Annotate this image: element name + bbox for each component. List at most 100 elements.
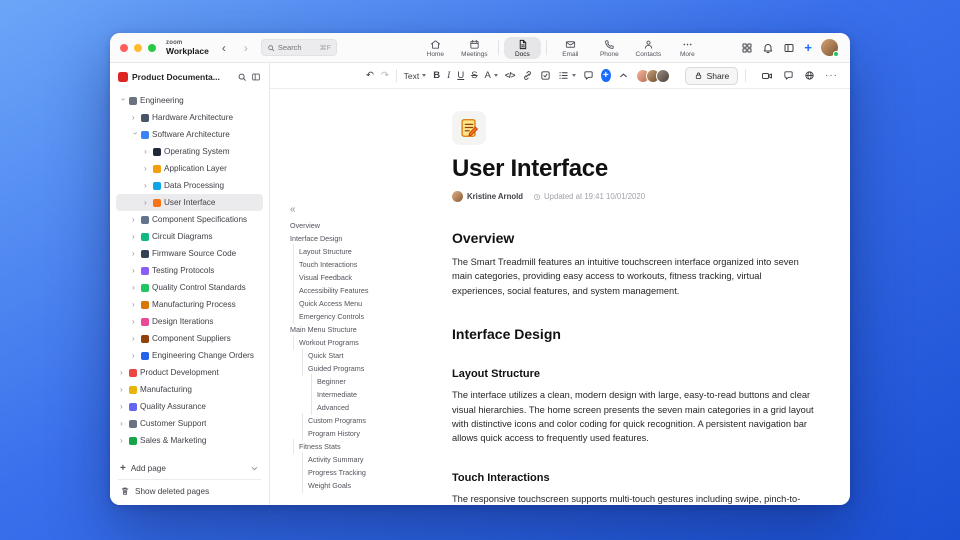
undo-button[interactable]: ↶ (366, 68, 374, 84)
comment-button[interactable] (583, 68, 594, 84)
doc-section[interactable]: The interface utilizes a clean, modern d… (452, 388, 814, 446)
underline-button[interactable]: U (457, 68, 464, 84)
bold-button[interactable]: B (433, 68, 440, 84)
sidebar-search-button[interactable] (237, 72, 247, 82)
sidebar-page-item[interactable]: › Manufacturing Process (116, 296, 263, 313)
chevron-right-icon[interactable]: › (132, 300, 138, 308)
collapse-outline-button[interactable]: « (290, 204, 304, 215)
chevron-right-icon[interactable]: › (132, 351, 138, 359)
chevron-right-icon[interactable]: › (144, 198, 150, 206)
outline-item[interactable]: Activity Summary (290, 452, 444, 467)
new-item-button[interactable]: + (804, 41, 812, 54)
outline-item[interactable]: Progress Tracking (290, 465, 444, 480)
apps-grid-button[interactable] (741, 42, 753, 54)
doc-section[interactable]: The responsive touchscreen supports mult… (452, 492, 814, 505)
sidebar-page-item[interactable]: › Firmware Source Code (116, 245, 263, 262)
sidebar-page-item[interactable]: › Component Suppliers (116, 330, 263, 347)
outline-item[interactable]: Guided Programs (290, 361, 444, 376)
outline-item[interactable]: Interface Design (290, 232, 444, 245)
sidebar-page-item[interactable]: › Sales & Marketing (116, 432, 263, 449)
user-avatar[interactable] (821, 39, 839, 57)
outline-item[interactable]: Program History (290, 426, 444, 441)
nav-back-button[interactable]: ‹ (217, 40, 231, 56)
sidebar-page-item[interactable]: › Circuit Diagrams (116, 228, 263, 245)
tab-meetings[interactable]: Meetings (456, 37, 493, 59)
outline-item[interactable]: Layout Structure (290, 244, 444, 259)
sidebar-page-item[interactable]: › Quality Assurance (116, 398, 263, 415)
doc-section[interactable]: The Smart Treadmill features an intuitiv… (452, 255, 814, 298)
close-window-button[interactable] (120, 43, 128, 52)
tab-more[interactable]: More (669, 37, 706, 59)
outline-item[interactable]: Overview (290, 219, 444, 232)
sidebar-page-item[interactable]: › Hardware Architecture (116, 109, 263, 126)
doc-section[interactable]: Layout Structure (452, 368, 814, 380)
strikethrough-button[interactable]: S (471, 68, 477, 84)
outline-item[interactable]: Accessibility Features (290, 283, 444, 298)
tab-home[interactable]: Home (417, 37, 454, 59)
code-button[interactable]: </> (505, 68, 516, 84)
chevron-right-icon[interactable]: › (132, 317, 138, 325)
show-deleted-pages-button[interactable]: Show deleted pages (116, 483, 263, 499)
italic-button[interactable]: I (447, 68, 450, 84)
chevron-right-icon[interactable]: › (132, 215, 138, 223)
notifications-button[interactable] (762, 42, 774, 54)
tab-phone[interactable]: Phone (591, 37, 628, 59)
outline-item[interactable]: Visual Feedback (290, 270, 444, 285)
chevron-right-icon[interactable]: › (132, 266, 138, 274)
checklist-button[interactable] (540, 68, 551, 84)
outline-item[interactable]: Workout Programs (290, 335, 444, 350)
chevron-right-icon[interactable]: › (144, 164, 150, 172)
outline-item[interactable]: Touch Interactions (290, 257, 444, 272)
nav-forward-button[interactable]: › (239, 40, 253, 56)
tab-email[interactable]: Email (552, 37, 589, 59)
sidebar-page-item[interactable]: › Quality Control Standards (116, 279, 263, 296)
start-video-button[interactable] (761, 68, 773, 84)
chevron-right-icon[interactable]: › (144, 181, 150, 189)
collaborator-avatar[interactable] (655, 68, 670, 83)
doc-editor[interactable]: User Interface Kristine Arnold Updated a… (448, 89, 850, 505)
chevron-right-icon[interactable]: › (132, 232, 138, 240)
tab-docs[interactable]: Docs (503, 36, 541, 59)
publish-web-button[interactable] (804, 68, 815, 84)
sidebar-page-item[interactable]: › Engineering Change Orders (116, 347, 263, 364)
chevron-right-icon[interactable]: › (120, 436, 126, 444)
outline-item[interactable]: Beginner (290, 374, 444, 389)
chevron-right-icon[interactable]: › (132, 249, 138, 257)
sidebar-collapse-button[interactable] (251, 72, 261, 82)
sidebar-page-item[interactable]: › Data Processing (116, 177, 263, 194)
outline-item[interactable]: Quick Start (290, 348, 444, 363)
add-page-button[interactable]: + Add page (116, 460, 263, 476)
doc-emoji[interactable] (452, 111, 486, 145)
outline-item[interactable]: Quick Access Menu (290, 296, 444, 311)
minimize-window-button[interactable] (134, 43, 142, 52)
chevron-right-icon[interactable]: › (120, 368, 126, 376)
outline-item[interactable]: Emergency Controls (290, 309, 444, 324)
doc-section[interactable]: Overview (452, 230, 814, 246)
outline-item[interactable]: Advanced (290, 400, 444, 415)
sidebar-page-item[interactable]: › Software Architecture (116, 126, 263, 143)
outline-item[interactable]: Main Menu Structure (290, 323, 444, 336)
zoom-window-button[interactable] (148, 43, 156, 52)
sidebar-page-item[interactable]: › Component Specifications (116, 211, 263, 228)
global-search-input[interactable]: Search ⌘F (260, 39, 337, 56)
sidebar-page-item[interactable]: › Testing Protocols (116, 262, 263, 279)
chevron-right-icon[interactable]: › (144, 147, 150, 155)
chevron-right-icon[interactable]: › (132, 334, 138, 342)
tab-contacts[interactable]: Contacts (630, 37, 667, 59)
sidebar-page-item[interactable]: › Product Development (116, 364, 263, 381)
text-color-dropdown[interactable]: A (485, 68, 498, 84)
outline-item[interactable]: Intermediate (290, 387, 444, 402)
chevron-right-icon[interactable]: › (120, 402, 126, 410)
chevron-right-icon[interactable]: › (120, 419, 126, 427)
chevron-right-icon[interactable]: › (120, 385, 126, 393)
sidebar-page-item[interactable]: › Customer Support (116, 415, 263, 432)
chevron-right-icon[interactable]: › (132, 113, 138, 121)
list-dropdown[interactable] (558, 68, 576, 84)
chevron-right-icon[interactable]: › (132, 283, 138, 291)
sidebar-page-item[interactable]: › Engineering (116, 92, 263, 109)
more-options-button[interactable]: ··· (825, 70, 838, 81)
open-comments-button[interactable] (783, 68, 794, 84)
collapse-toolbar-button[interactable] (618, 68, 629, 84)
sidebar-page-item[interactable]: › Manufacturing (116, 381, 263, 398)
panel-toggle-button[interactable] (783, 42, 795, 54)
